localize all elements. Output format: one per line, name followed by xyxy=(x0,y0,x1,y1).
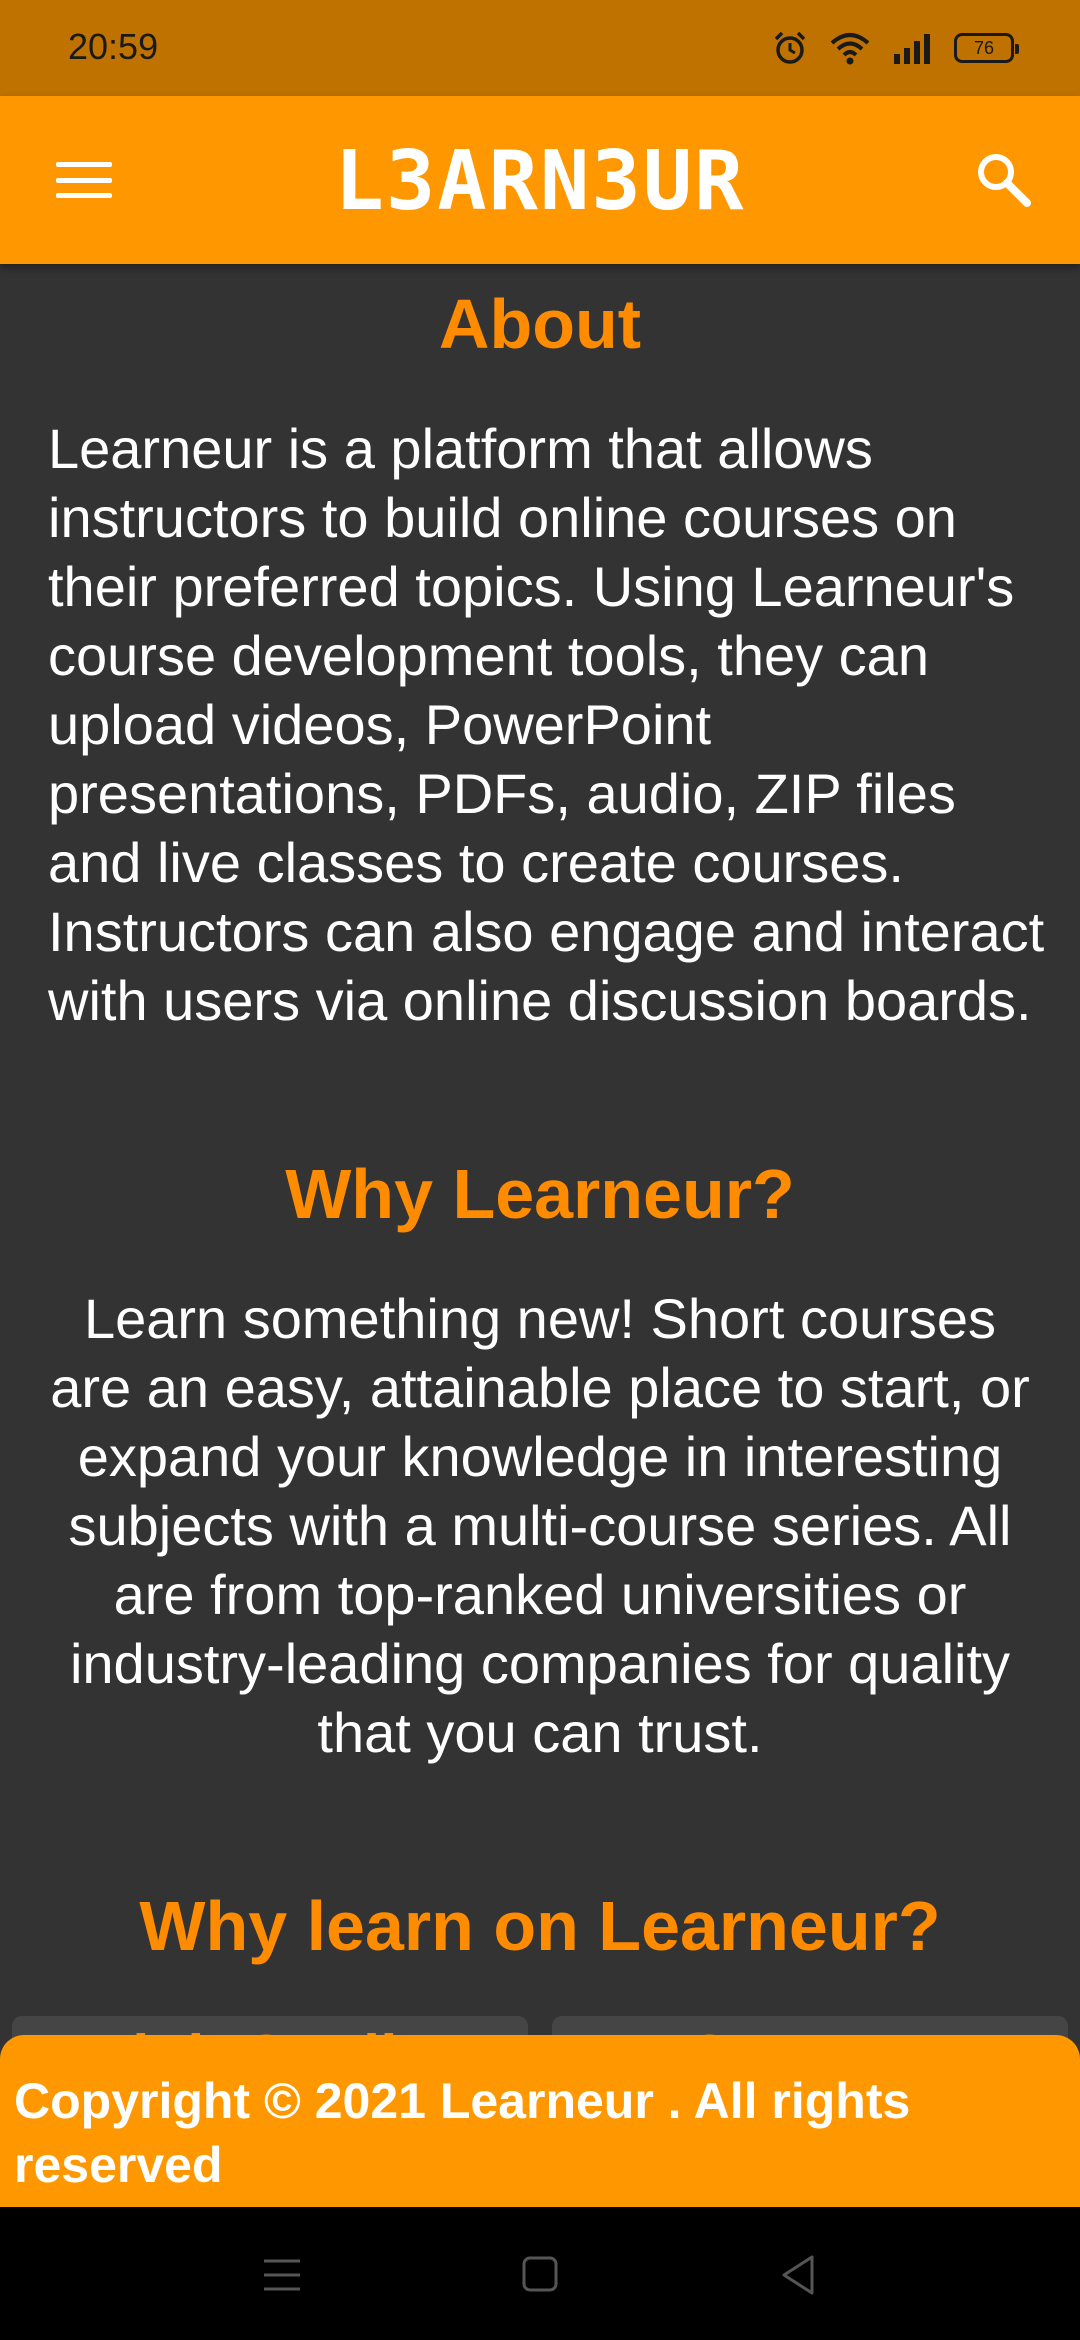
status-bar: 20:59 76 xyxy=(0,0,1080,96)
app-logo[interactable]: L3ARN3UR xyxy=(0,134,1080,229)
wifi-icon xyxy=(830,33,870,65)
battery-level: 76 xyxy=(973,37,995,58)
why-title: Why Learneur? xyxy=(285,1155,795,1233)
status-time: 20:59 xyxy=(68,26,159,67)
recent-apps-icon[interactable] xyxy=(252,2247,312,2303)
app-bar: L3ARN3UR xyxy=(0,96,1080,264)
about-title: About xyxy=(438,285,642,363)
alarm-icon xyxy=(774,31,806,64)
status-icons: 76 xyxy=(772,28,1019,68)
why-learn-title: Why learn on Learneur? xyxy=(139,1887,941,1965)
search-icon[interactable] xyxy=(972,148,1036,212)
signal-icon xyxy=(894,34,930,64)
why-text: Learn something new! Short courses are a… xyxy=(50,1287,1030,1764)
system-nav-bar xyxy=(0,2207,1080,2340)
copyright-text: Copyright © 2021 Learneur . All rights r… xyxy=(14,2073,911,2193)
home-icon[interactable] xyxy=(510,2247,570,2303)
back-icon[interactable] xyxy=(770,2247,830,2303)
battery-icon: 76 xyxy=(954,33,1019,63)
about-text: Learneur is a platform that allows instr… xyxy=(48,417,1045,1032)
footer: Copyright © 2021 Learneur . All rights r… xyxy=(0,2035,1080,2207)
